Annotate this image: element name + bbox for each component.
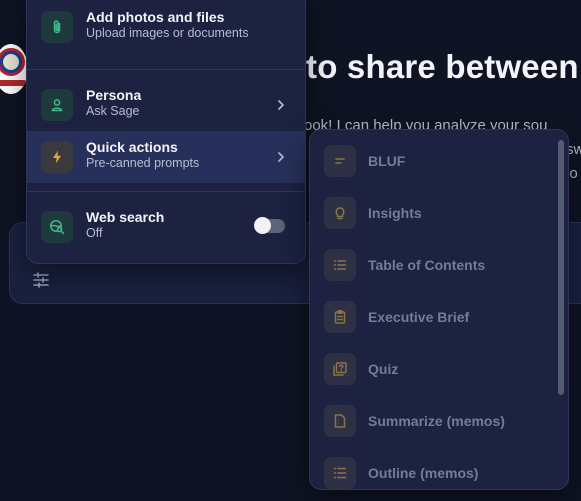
person-icon: [41, 89, 73, 121]
chevron-right-icon: [275, 150, 287, 164]
quick-action-executive-brief[interactable]: Executive Brief: [310, 292, 550, 344]
web-search-toggle[interactable]: [254, 217, 285, 234]
quick-action-label: Outline (memos): [368, 465, 479, 481]
toggle-knob: [254, 217, 271, 234]
menu-item-quick-actions[interactable]: Quick actions Pre-canned prompts: [27, 131, 305, 183]
paperclip-icon: [41, 11, 73, 43]
menu-item-add-photos-files[interactable]: Add photos and files Upload images or do…: [27, 1, 305, 53]
quick-action-table-of-contents[interactable]: Table of Contents: [310, 240, 550, 292]
menu-item-subtitle: Ask Sage: [86, 104, 140, 118]
quick-action-insights[interactable]: Insights: [310, 188, 550, 240]
sliders-icon[interactable]: [32, 271, 50, 289]
chevron-right-icon: [275, 98, 287, 112]
outline-icon: [324, 457, 356, 489]
document-icon: [324, 405, 356, 437]
quick-action-label: Quiz: [368, 361, 399, 377]
quiz-icon: [324, 353, 356, 385]
menu-item-subtitle: Pre-canned prompts: [86, 156, 200, 170]
menu-item-title: Quick actions: [86, 139, 178, 155]
menu-item-subtitle: Off: [86, 226, 103, 240]
lightning-icon: [41, 141, 73, 173]
organization-seal-logo: [0, 44, 28, 94]
composer-options-menu: Add photos and files Upload images or do…: [26, 0, 306, 264]
quick-action-label: Table of Contents: [368, 257, 486, 273]
globe-search-icon: [41, 211, 73, 243]
quick-action-label: Executive Brief: [368, 309, 470, 325]
lines-icon: [324, 145, 356, 177]
menu-item-title: Web search: [86, 209, 165, 225]
page-heading: to share between: [306, 48, 579, 85]
clipboard-icon: [324, 301, 356, 333]
menu-item-subtitle: Upload images or documents: [86, 26, 249, 40]
list-icon: [324, 249, 356, 281]
menu-item-web-search[interactable]: Web search Off: [27, 201, 305, 253]
submenu-scrollbar[interactable]: [558, 140, 564, 395]
lightbulb-icon: [324, 197, 356, 229]
menu-divider: [27, 69, 305, 70]
quick-action-label: Summarize (memos): [368, 413, 505, 429]
quick-action-outline-memos[interactable]: Outline (memos): [310, 448, 550, 489]
menu-item-title: Persona: [86, 87, 142, 103]
quick-action-bluf[interactable]: BLUF: [310, 136, 550, 188]
menu-divider: [27, 191, 305, 192]
quick-action-summarize-memos[interactable]: Summarize (memos): [310, 396, 550, 448]
quick-action-label: BLUF: [368, 153, 406, 169]
menu-item-title: Add photos and files: [86, 9, 225, 25]
quick-action-quiz[interactable]: Quiz: [310, 344, 550, 396]
menu-item-persona[interactable]: Persona Ask Sage: [27, 79, 305, 131]
quick-actions-submenu: BLUF Insights Table of Contents Executiv…: [309, 129, 569, 490]
page: to share between ook! I can help you ana…: [0, 0, 581, 501]
quick-action-label: Insights: [368, 205, 422, 221]
